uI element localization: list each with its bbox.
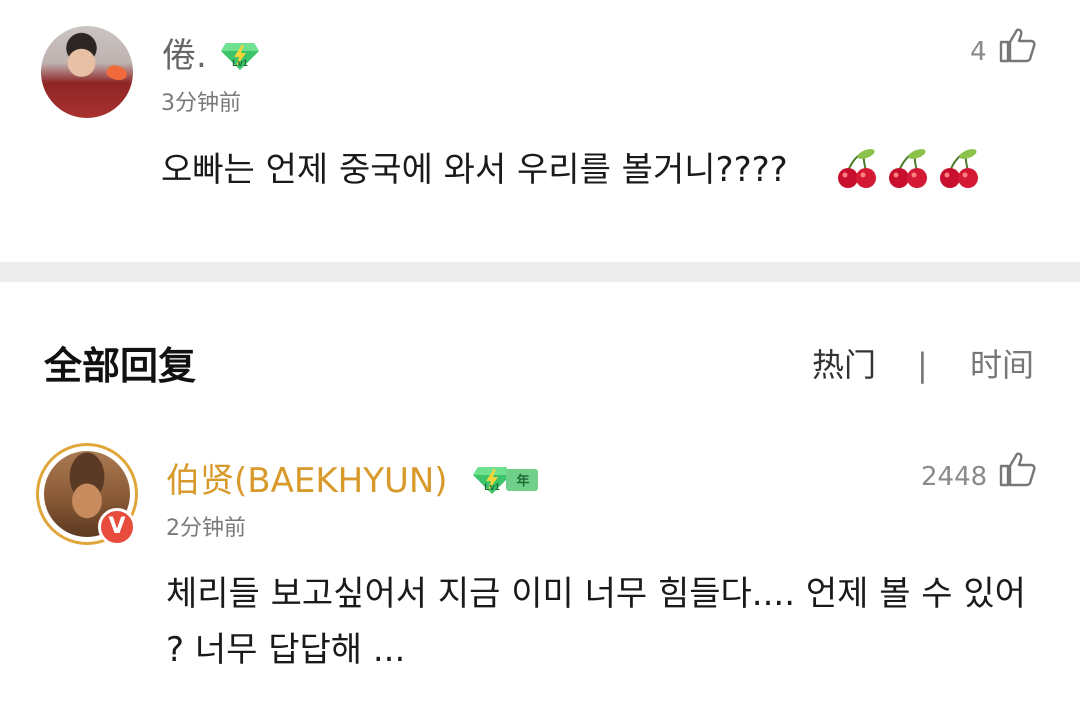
svg-text:Lv1: Lv1 <box>232 58 248 68</box>
username[interactable]: 倦. <box>162 36 207 76</box>
comment-text: 오빠는 언제 중국에 와서 우리를 볼거니???? <box>161 150 788 190</box>
cherry-emoji-icon <box>940 149 979 188</box>
sort-time-tab[interactable]: 时间 <box>970 344 1034 386</box>
reply-author[interactable]: 伯贤(BAEKHYUN) <box>166 460 448 502</box>
cherry-emoji-icon <box>838 149 876 188</box>
user-avatar[interactable] <box>41 26 133 118</box>
comment-time: 3分钟前 <box>161 91 241 116</box>
reply-time: 2分钟前 <box>166 516 246 541</box>
level-badge-icon: Lv1 <box>221 43 259 70</box>
like-count: 2448 <box>921 462 988 492</box>
thumbs-up-icon[interactable] <box>998 450 1036 488</box>
comment-author[interactable]: 倦. <box>162 36 207 76</box>
sort-separator: | <box>917 346 928 384</box>
svg-text:Lv1: Lv1 <box>484 482 500 492</box>
year-badge-icon: 年 <box>506 469 538 491</box>
all-replies-title: 全部回复 <box>44 344 197 388</box>
sort-hot-tab[interactable]: 热门 <box>812 344 876 386</box>
svg-text:年: 年 <box>516 473 529 489</box>
thumbs-up-icon[interactable] <box>998 26 1036 64</box>
cherry-emoji-icon <box>889 149 928 188</box>
emoji-group <box>836 147 984 195</box>
like-count: 4 <box>970 37 987 67</box>
reply-text: 체리들 보고싶어서 지금 이미 너무 힘들다.... 언제 볼 수 있어 ? 너… <box>166 574 1026 670</box>
verified-badge: V <box>98 508 136 546</box>
section-divider <box>0 262 1080 282</box>
